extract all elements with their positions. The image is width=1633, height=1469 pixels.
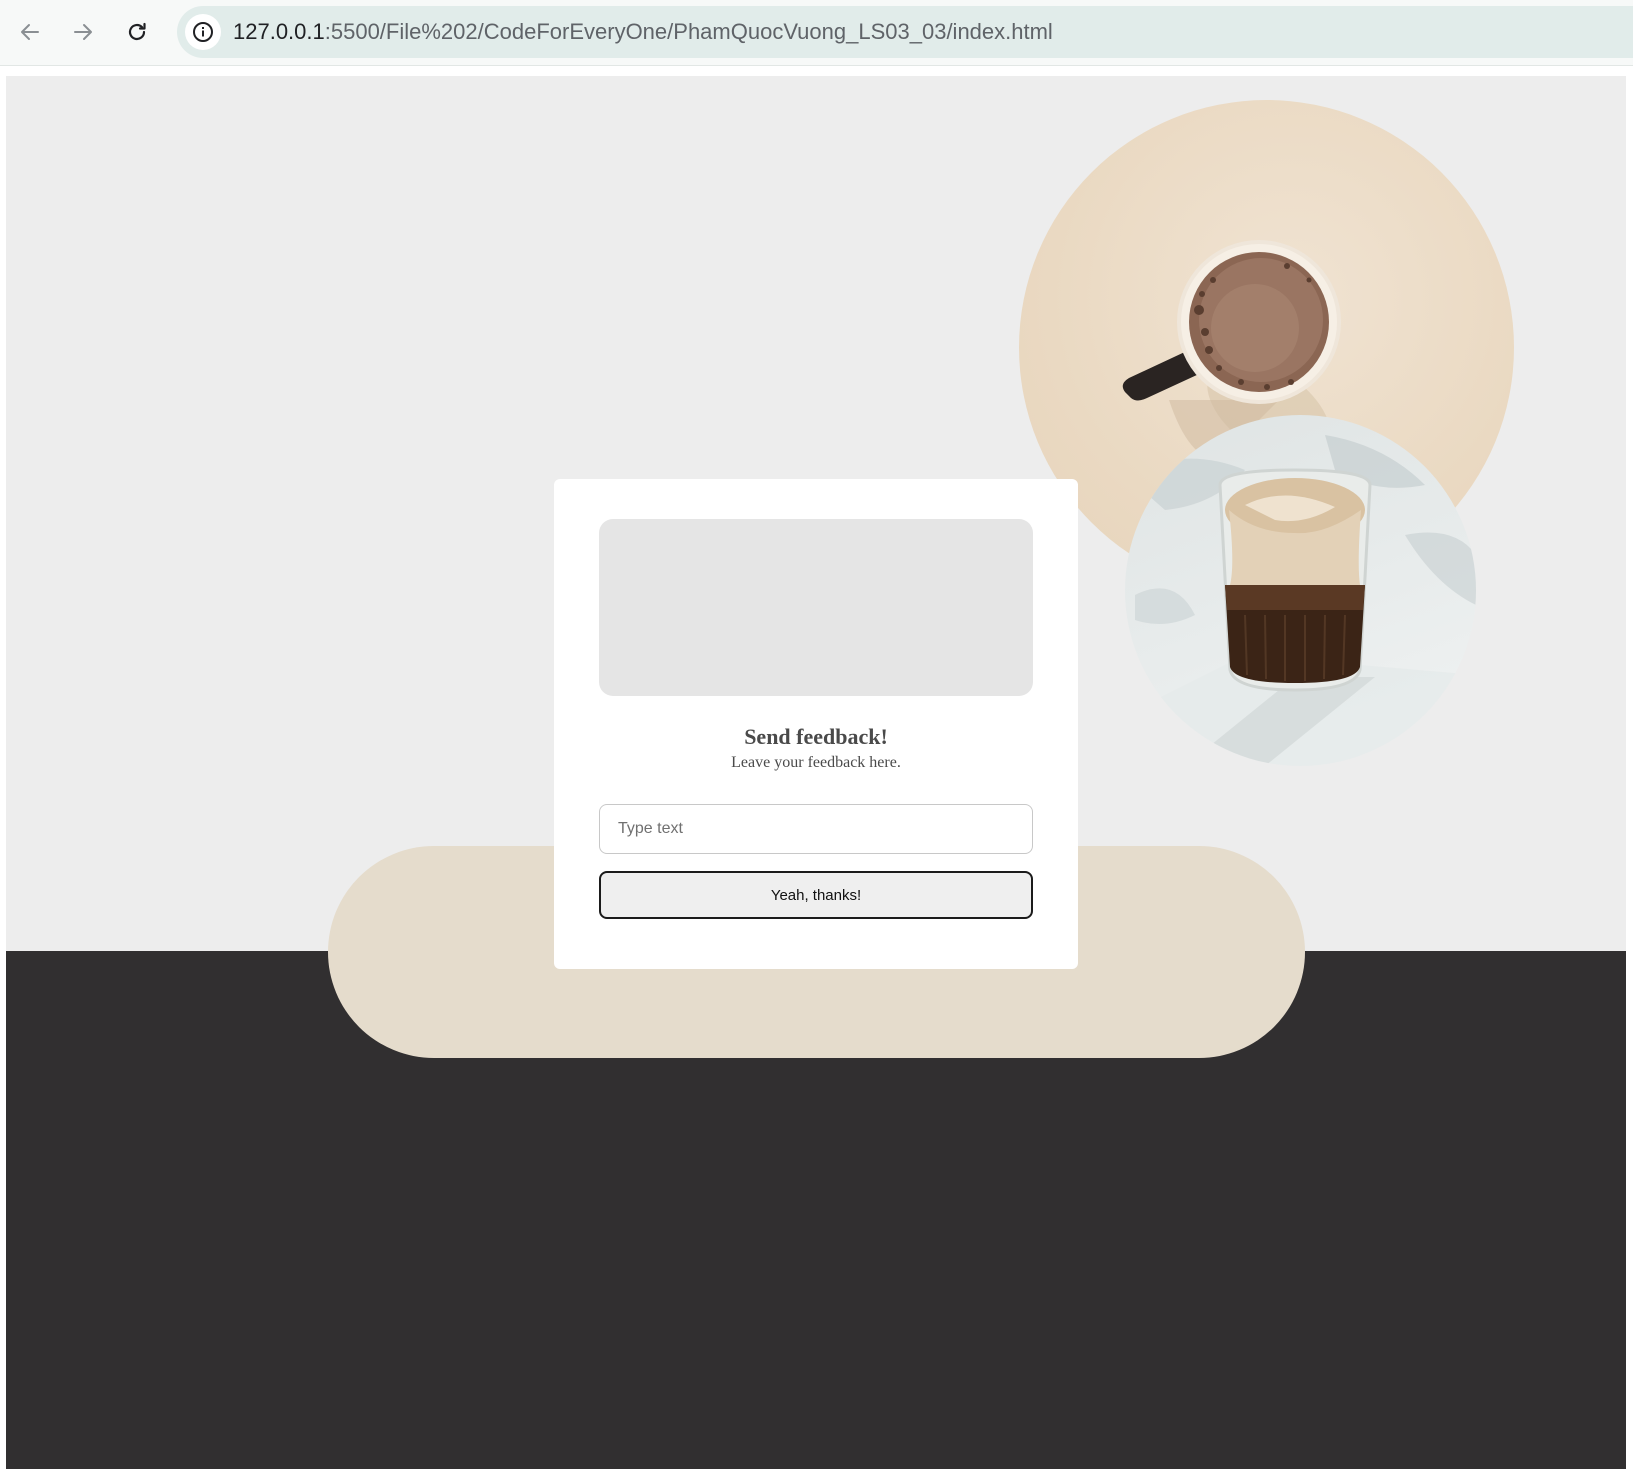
iced-coffee-illustration [1125, 435, 1476, 766]
reload-icon [128, 22, 146, 41]
address-bar[interactable]: 127.0.0.1:5500/File%202/CodeForEveryOne/… [177, 6, 1633, 58]
info-icon [193, 22, 213, 42]
browser-toolbar: 127.0.0.1:5500/File%202/CodeForEveryOne/… [0, 0, 1633, 66]
site-info-button[interactable] [185, 14, 221, 50]
forward-button[interactable] [63, 12, 103, 52]
feedback-input[interactable] [599, 804, 1033, 854]
url-text[interactable]: 127.0.0.1:5500/File%202/CodeForEveryOne/… [233, 6, 1053, 58]
page-viewport: Send feedback! Leave your feedback here.… [6, 76, 1626, 1469]
url-host: 127.0.0.1 [233, 19, 325, 44]
feedback-card: Send feedback! Leave your feedback here.… [554, 479, 1078, 969]
reload-button[interactable] [117, 12, 157, 52]
arrow-left-icon [21, 24, 39, 40]
arrow-right-icon [74, 24, 92, 40]
iced-coffee-image [1125, 415, 1476, 766]
image-placeholder [599, 519, 1033, 696]
url-path: :5500/File%202/CodeForEveryOne/PhamQuocV… [324, 19, 1053, 44]
card-subtitle: Leave your feedback here. [731, 754, 901, 771]
card-title: Send feedback! [744, 724, 888, 749]
submit-button[interactable]: Yeah, thanks! [599, 871, 1033, 919]
back-button[interactable] [10, 12, 50, 52]
